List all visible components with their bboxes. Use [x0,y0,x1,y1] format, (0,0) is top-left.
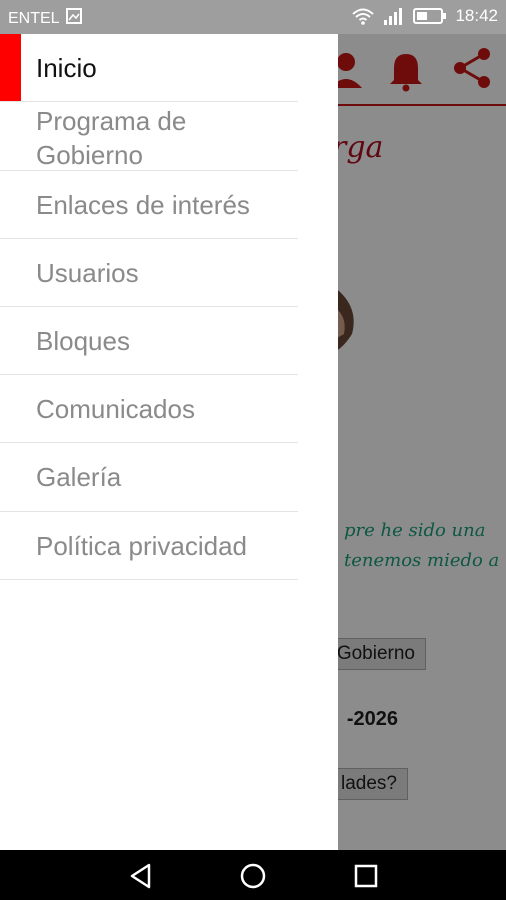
menu-item-label: Enlaces de interés [36,190,250,220]
menu-item-label: Comunicados [36,394,195,424]
back-icon[interactable] [127,862,155,890]
status-left: ENTEL [8,8,82,29]
menu-item-inicio[interactable]: Inicio [0,34,338,101]
menu-item-bloques[interactable]: Bloques [0,307,338,375]
wifi-icon [351,6,375,26]
clock: 18:42 [455,6,498,25]
signal-icon [383,6,405,26]
divider [0,579,298,580]
menu-item-comunicados[interactable]: Comunicados [0,375,338,443]
navigation-drawer: Inicio Programa de Gobierno Enlaces de i… [0,34,338,850]
menu-item-label: Bloques [36,326,130,356]
system-nav-bar [0,850,506,900]
menu-item-politica-privacidad[interactable]: Política privacidad [0,512,338,580]
active-indicator [0,34,21,101]
menu-item-programa-de-gobierno[interactable]: Programa de Gobierno [0,102,338,170]
menu-item-galeria[interactable]: Galería [0,443,338,511]
menu-item-label: Inicio [36,53,97,83]
menu-item-usuarios[interactable]: Usuarios [0,239,338,307]
battery-icon [413,7,447,25]
status-right: 18:42 [351,6,498,26]
carrier-name: ENTEL [8,9,60,27]
menu-item-enlaces-de-interes[interactable]: Enlaces de interés [0,171,338,239]
photo-notification-icon [65,8,82,29]
menu-item-label: Usuarios [36,258,139,288]
home-icon[interactable] [239,862,267,890]
menu-item-label: Política privacidad [36,531,247,561]
menu-item-label: Galería [36,462,122,492]
menu-item-label: Programa de Gobierno [36,106,187,170]
recents-icon[interactable] [352,862,380,890]
status-bar: ENTEL 18:42 [0,0,506,34]
